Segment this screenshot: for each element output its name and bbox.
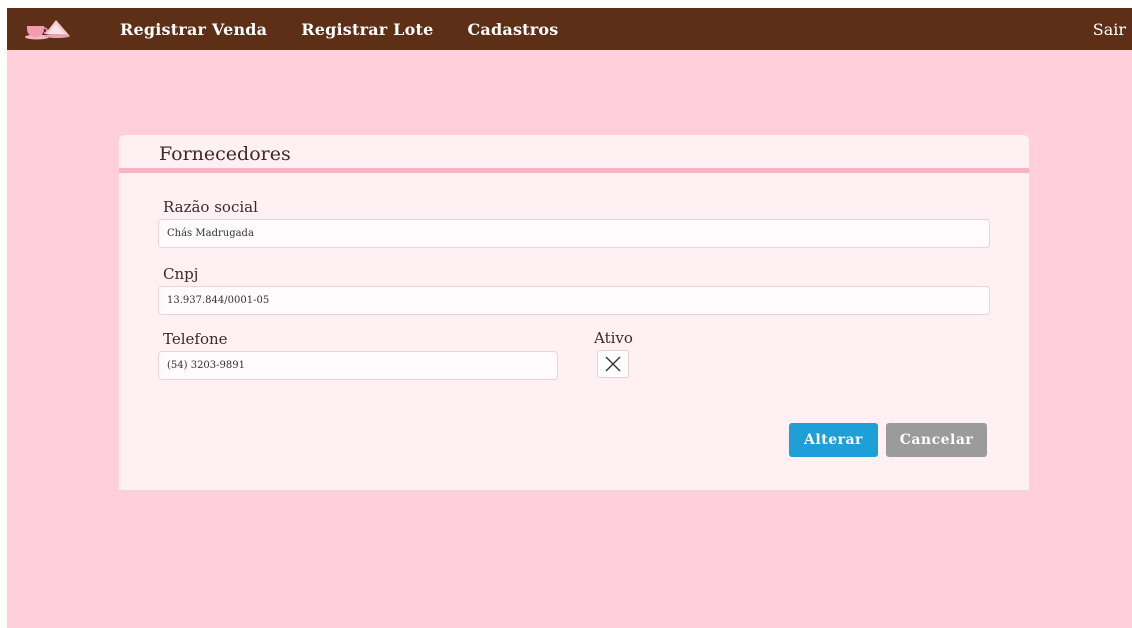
teacup-and-cake-icon[interactable] [23,17,71,41]
telefone-label: Telefone [163,330,228,348]
cnpj-input[interactable]: 13.937.844/0001-05 [158,286,990,315]
app-viewport: Registrar Venda Registrar Lote Cadastros… [7,8,1132,628]
nav-link-registrar-lote[interactable]: Registrar Lote [301,20,433,39]
card-header: Fornecedores [119,135,1029,171]
page-title: Fornecedores [159,143,291,165]
nav-link-registrar-venda[interactable]: Registrar Venda [120,20,267,39]
navbar: Registrar Venda Registrar Lote Cadastros… [7,8,1132,50]
razao-social-input[interactable]: Chás Madrugada [158,219,990,248]
razao-social-label: Razão social [163,198,258,216]
cancelar-button[interactable]: Cancelar [886,423,987,457]
cnpj-label: Cnpj [163,265,199,283]
logout-link[interactable]: Sair [1093,8,1126,50]
ativo-checkbox[interactable] [597,350,629,378]
nav-link-cadastros[interactable]: Cadastros [467,20,558,39]
supplier-form-card: Fornecedores Razão social Chás Madrugada… [119,135,1029,490]
x-mark-icon [605,356,621,372]
card-divider [119,168,1029,173]
alterar-button[interactable]: Alterar [789,423,878,457]
telefone-input[interactable]: (54) 3203-9891 [158,351,558,380]
ativo-label: Ativo [594,329,633,347]
nav-links: Registrar Venda Registrar Lote Cadastros [120,8,558,50]
